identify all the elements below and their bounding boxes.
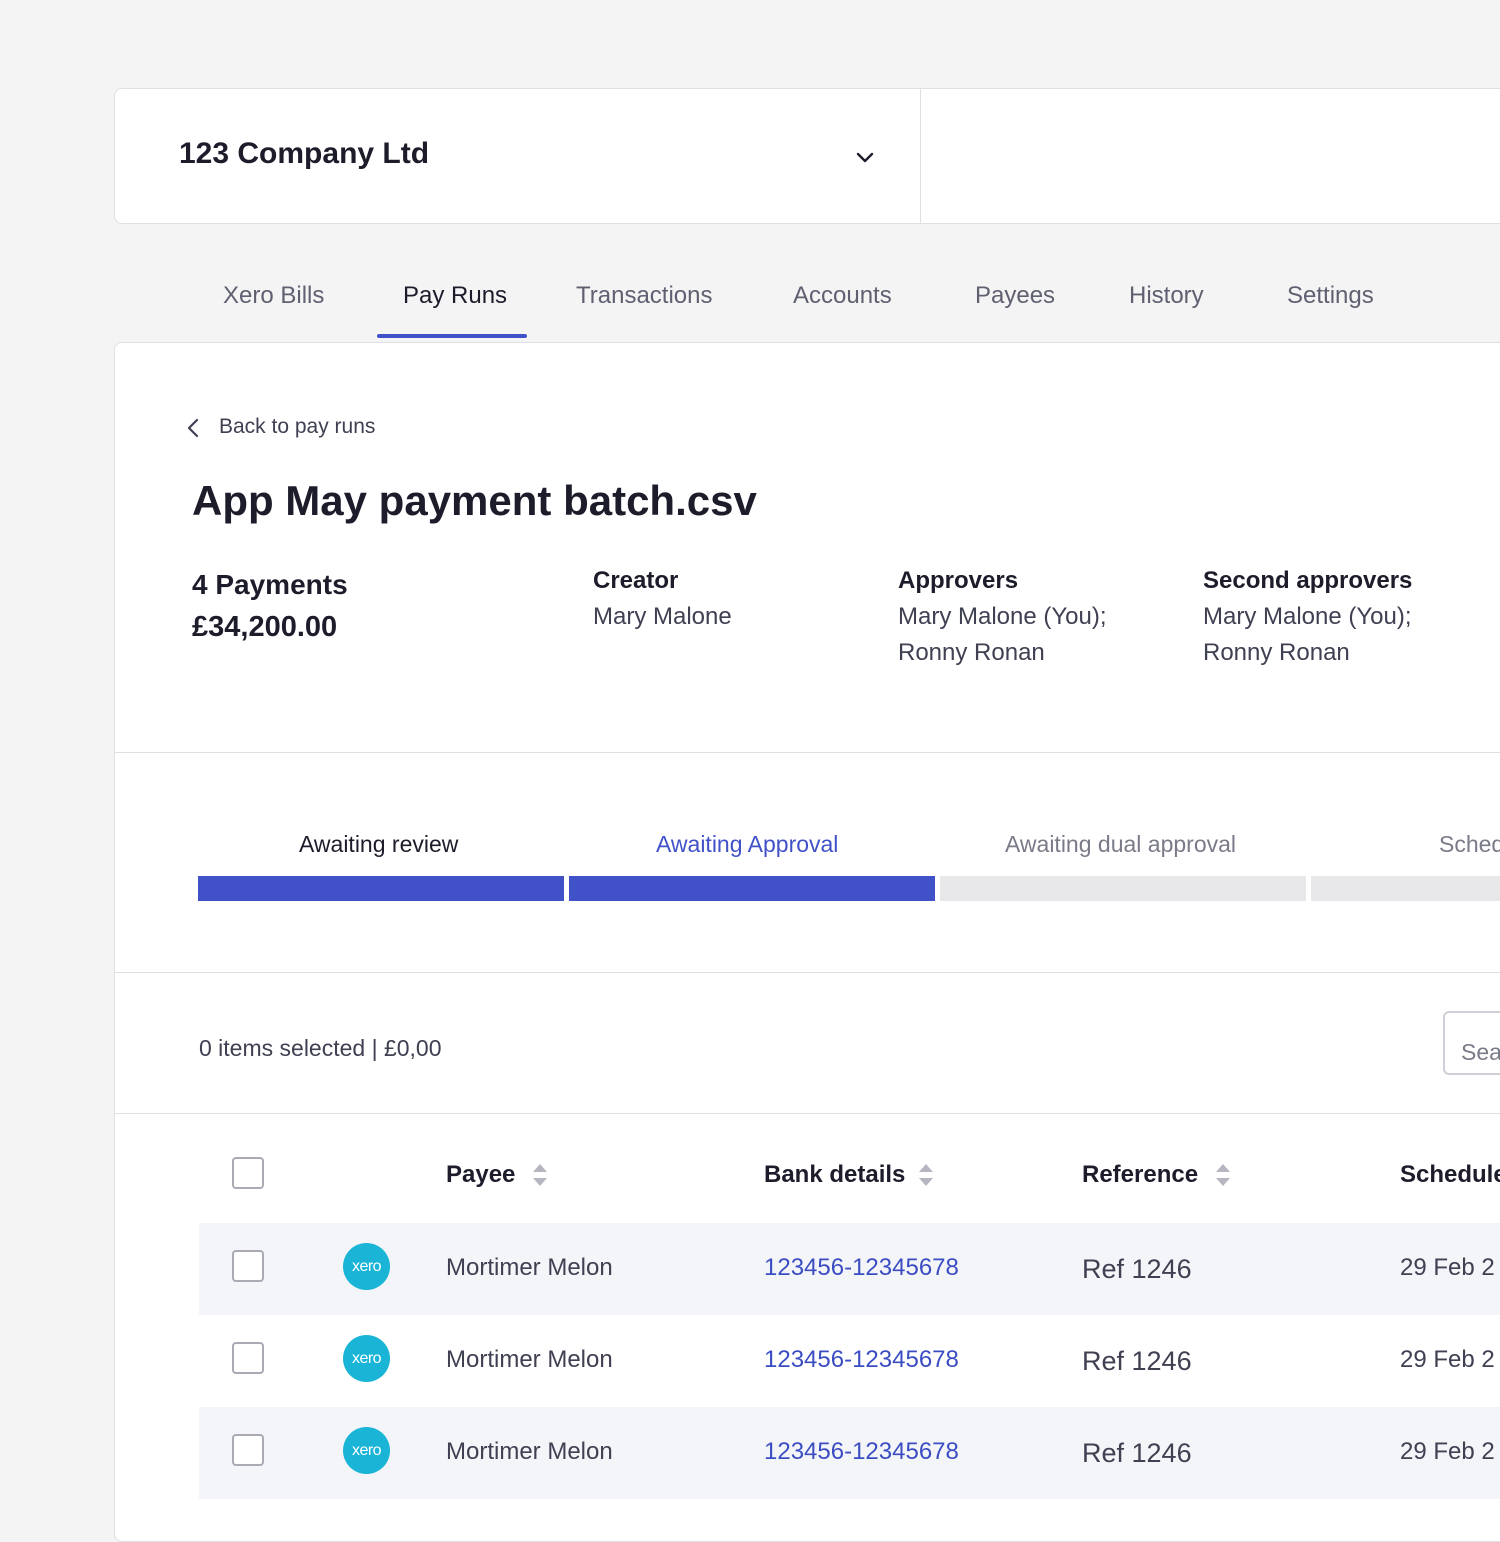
xero-logo-icon: xero — [343, 1335, 390, 1382]
selection-summary: 0 items selected | £0,00 — [199, 1035, 442, 1061]
chevron-left-icon — [187, 418, 199, 438]
page-title: App May payment batch.csv — [192, 477, 757, 524]
tab-xero-bills[interactable]: Xero Bills — [223, 282, 324, 310]
tab-transactions[interactable]: Transactions — [576, 282, 713, 310]
step-awaiting-review-label: Awaiting review — [299, 831, 459, 857]
company-name: 123 Company Ltd — [179, 137, 430, 170]
chevron-down-icon[interactable] — [853, 145, 877, 169]
creator-name: Mary Malone — [593, 603, 732, 630]
step-bar-2 — [569, 876, 935, 901]
row-checkbox[interactable] — [232, 1342, 264, 1374]
sort-icon[interactable] — [531, 1161, 549, 1189]
approver-1: Mary Malone (You); — [898, 603, 1107, 630]
creator-heading: Creator — [593, 567, 679, 594]
bank-details-link[interactable]: 123456-12345678 — [764, 1254, 959, 1282]
active-tab-indicator — [377, 334, 527, 338]
tab-accounts[interactable]: Accounts — [793, 282, 892, 310]
divider — [115, 1113, 1500, 1114]
column-header-schedule[interactable]: Schedule — [1400, 1161, 1500, 1189]
row-checkbox[interactable] — [232, 1250, 264, 1282]
tab-payees[interactable]: Payees — [975, 282, 1055, 310]
company-bar-divider — [920, 89, 921, 223]
payee-name: Mortimer Melon — [446, 1438, 613, 1465]
xero-logo-icon: xero — [343, 1427, 390, 1474]
xero-logo-icon: xero — [343, 1243, 390, 1290]
step-awaiting-approval-label: Awaiting Approval — [656, 831, 839, 857]
payee-name: Mortimer Melon — [446, 1254, 613, 1281]
reference: Ref 1246 — [1082, 1254, 1192, 1284]
company-selector[interactable]: 123 Company Ltd — [114, 88, 1500, 224]
schedule-date: 29 Feb 2 — [1400, 1254, 1495, 1281]
select-all-checkbox[interactable] — [232, 1157, 264, 1189]
pay-run-panel: Back to pay runs App May payment batch.c… — [114, 342, 1500, 1542]
back-link-label: Back to pay runs — [219, 415, 376, 438]
table-row[interactable]: xero Mortimer Melon 123456-12345678 Ref … — [199, 1223, 1500, 1315]
step-awaiting-dual-approval-label: Awaiting dual approval — [1005, 831, 1237, 857]
step-bar-4 — [1311, 876, 1500, 901]
payee-name: Mortimer Melon — [446, 1346, 613, 1373]
tab-settings[interactable]: Settings — [1287, 282, 1374, 310]
schedule-date: 29 Feb 2 — [1400, 1346, 1495, 1373]
table-row[interactable]: xero Mortimer Melon 123456-12345678 Ref … — [199, 1315, 1500, 1407]
row-checkbox[interactable] — [232, 1434, 264, 1466]
reference: Ref 1246 — [1082, 1438, 1192, 1468]
payment-total: £34,200.00 — [192, 611, 338, 643]
column-header-bank-details[interactable]: Bank details — [764, 1161, 905, 1189]
reference: Ref 1246 — [1082, 1346, 1192, 1376]
bank-details-link[interactable]: 123456-12345678 — [764, 1438, 959, 1466]
schedule-date: 29 Feb 2 — [1400, 1438, 1495, 1465]
payment-count: 4 Payments — [192, 569, 348, 600]
step-bar-3 — [940, 876, 1306, 901]
step-scheduled-label: Sched — [1439, 831, 1500, 857]
bank-details-link[interactable]: 123456-12345678 — [764, 1346, 959, 1374]
divider — [115, 752, 1500, 753]
sort-icon[interactable] — [917, 1161, 935, 1189]
tab-history[interactable]: History — [1129, 282, 1204, 310]
table-row[interactable]: xero Mortimer Melon 123456-12345678 Ref … — [199, 1407, 1500, 1499]
approver-2: Ronny Ronan — [898, 639, 1045, 666]
step-bar-1 — [198, 876, 564, 901]
divider — [115, 972, 1500, 973]
main-tabs: Xero Bills Pay Runs Transactions Account… — [0, 270, 1500, 340]
search-input[interactable] — [1443, 1011, 1500, 1075]
approvers-heading: Approvers — [898, 567, 1019, 594]
second-approvers-heading: Second approvers — [1203, 567, 1413, 594]
sort-icon[interactable] — [1214, 1161, 1232, 1189]
column-header-payee[interactable]: Payee — [446, 1161, 515, 1189]
second-approver-2: Ronny Ronan — [1203, 639, 1350, 666]
tab-pay-runs[interactable]: Pay Runs — [403, 282, 507, 310]
column-header-reference[interactable]: Reference — [1082, 1161, 1198, 1189]
second-approver-1: Mary Malone (You); — [1203, 603, 1412, 630]
